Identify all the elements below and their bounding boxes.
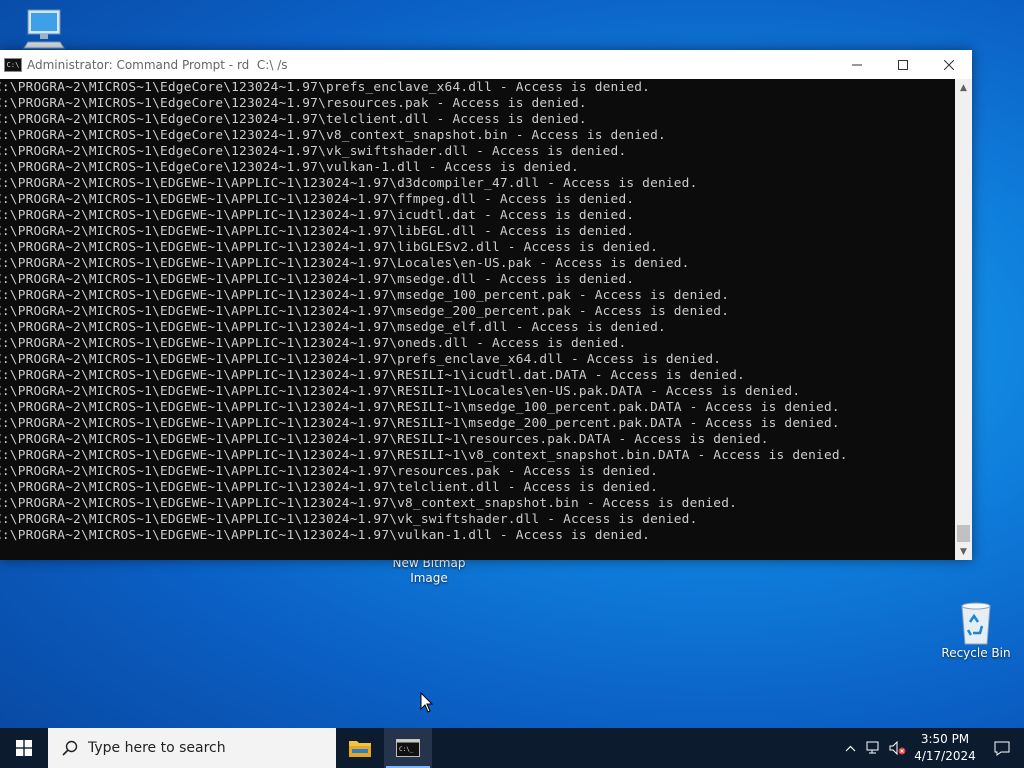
svg-text:C:\_: C:\_ xyxy=(399,746,414,753)
maximize-icon xyxy=(898,59,908,70)
console-line: C:\PROGRA~2\MICROS~1\EdgeCore\123024~1.9… xyxy=(0,128,666,143)
search-placeholder: Type here to search xyxy=(88,740,226,756)
console-output[interactable]: C:\PROGRA~2\MICROS~1\EdgeCore\123024~1.9… xyxy=(0,79,955,560)
computer-icon xyxy=(23,9,65,49)
window-title: Administrator: Command Prompt - rd C:\ /… xyxy=(27,57,288,72)
window-titlebar[interactable]: C:\ Administrator: Command Prompt - rd C… xyxy=(0,50,972,79)
console-line: C:\PROGRA~2\MICROS~1\EDGEWE~1\APPLIC~1\1… xyxy=(0,448,848,463)
system-tray: 3:50 PM 4/17/2024 xyxy=(838,728,1024,768)
console-line: C:\PROGRA~2\MICROS~1\EDGEWE~1\APPLIC~1\1… xyxy=(0,384,801,399)
console-line: C:\PROGRA~2\MICROS~1\EdgeCore\123024~1.9… xyxy=(0,112,587,127)
clock-time: 3:50 PM xyxy=(920,732,970,746)
maximize-button[interactable] xyxy=(880,50,926,79)
console-line: C:\PROGRA~2\MICROS~1\EDGEWE~1\APPLIC~1\1… xyxy=(0,480,658,495)
console-line: C:\PROGRA~2\MICROS~1\EDGEWE~1\APPLIC~1\1… xyxy=(0,432,769,447)
console-line: C:\PROGRA~2\MICROS~1\EDGEWE~1\APPLIC~1\1… xyxy=(0,240,658,255)
mouse-cursor-icon xyxy=(420,692,434,713)
taskbar-app-file-explorer[interactable] xyxy=(336,728,384,768)
desktop-icon-label: New Bitmap Image xyxy=(392,556,466,585)
console-line: C:\PROGRA~2\MICROS~1\EDGEWE~1\APPLIC~1\1… xyxy=(0,464,658,479)
close-icon xyxy=(944,59,954,70)
desktop-icon-new-bitmap-image[interactable]: New Bitmap Image xyxy=(388,556,470,586)
console-line: C:\PROGRA~2\MICROS~1\EDGEWE~1\APPLIC~1\1… xyxy=(0,224,635,239)
taskbar-search-box[interactable]: Type here to search xyxy=(48,728,336,768)
clock-date: 4/17/2024 xyxy=(914,749,976,763)
desktop-icon-this-pc[interactable] xyxy=(14,8,74,54)
minimize-button[interactable] xyxy=(834,50,880,79)
notification-icon xyxy=(994,741,1010,756)
scroll-up-arrow-icon[interactable]: ▲ xyxy=(955,79,972,96)
console-line: C:\PROGRA~2\MICROS~1\EDGEWE~1\APPLIC~1\1… xyxy=(0,416,840,431)
folder-icon xyxy=(349,741,371,757)
minimize-icon xyxy=(852,64,862,65)
network-icon[interactable] xyxy=(862,741,886,755)
console-line: C:\PROGRA~2\MICROS~1\EdgeCore\123024~1.9… xyxy=(0,80,651,95)
scrollbar-thumb[interactable] xyxy=(957,525,970,542)
console-line: C:\PROGRA~2\MICROS~1\EDGEWE~1\APPLIC~1\1… xyxy=(0,192,635,207)
scroll-down-arrow-icon[interactable]: ▼ xyxy=(955,543,972,560)
console-line: C:\PROGRA~2\MICROS~1\EdgeCore\123024~1.9… xyxy=(0,160,579,175)
desktop-icon-label: Recycle Bin xyxy=(941,646,1011,660)
taskbar-app-command-prompt[interactable]: C:\_ xyxy=(384,728,432,768)
console-line: C:\PROGRA~2\MICROS~1\EDGEWE~1\APPLIC~1\1… xyxy=(0,400,840,415)
console-line: C:\PROGRA~2\MICROS~1\EDGEWE~1\APPLIC~1\1… xyxy=(0,368,745,383)
console-line: C:\PROGRA~2\MICROS~1\EDGEWE~1\APPLIC~1\1… xyxy=(0,352,722,367)
windows-logo-icon xyxy=(16,740,32,756)
start-button[interactable] xyxy=(0,728,48,768)
console-line: C:\PROGRA~2\MICROS~1\EDGEWE~1\APPLIC~1\1… xyxy=(0,208,635,223)
cmd-icon: C:\_ xyxy=(396,739,420,757)
vertical-scrollbar[interactable]: ▲ ▼ xyxy=(955,79,972,560)
console-line: C:\PROGRA~2\MICROS~1\EDGEWE~1\APPLIC~1\1… xyxy=(0,528,651,543)
console-line: C:\PROGRA~2\MICROS~1\EDGEWE~1\APPLIC~1\1… xyxy=(0,304,730,319)
search-icon xyxy=(62,740,78,756)
console-line: C:\PROGRA~2\MICROS~1\EDGEWE~1\APPLIC~1\1… xyxy=(0,272,635,287)
console-line: C:\PROGRA~2\MICROS~1\EDGEWE~1\APPLIC~1\1… xyxy=(0,256,690,271)
console-text: C:\PROGRA~2\MICROS~1\EdgeCore\123024~1.9… xyxy=(0,79,949,544)
desktop-icon-recycle-bin[interactable]: Recycle Bin xyxy=(940,600,1012,661)
taskbar-clock[interactable]: 3:50 PM 4/17/2024 xyxy=(910,731,980,765)
console-line: C:\PROGRA~2\MICROS~1\EDGEWE~1\APPLIC~1\1… xyxy=(0,320,666,335)
recycle-bin-icon xyxy=(961,602,991,645)
console-line: C:\PROGRA~2\MICROS~1\EDGEWE~1\APPLIC~1\1… xyxy=(0,288,730,303)
taskbar: Type here to search C:\_ 3:50 PM 4/17/20… xyxy=(0,728,1024,768)
chevron-up-icon[interactable] xyxy=(838,745,862,752)
console-line: C:\PROGRA~2\MICROS~1\EDGEWE~1\APPLIC~1\1… xyxy=(0,336,627,351)
console-line: C:\PROGRA~2\MICROS~1\EDGEWE~1\APPLIC~1\1… xyxy=(0,176,698,191)
close-button[interactable] xyxy=(926,50,972,79)
cmd-icon: C:\ xyxy=(4,57,22,72)
notification-center-button[interactable] xyxy=(980,741,1024,756)
console-line: C:\PROGRA~2\MICROS~1\EDGEWE~1\APPLIC~1\1… xyxy=(0,512,698,527)
console-line: C:\PROGRA~2\MICROS~1\EdgeCore\123024~1.9… xyxy=(0,144,627,159)
console-line: C:\PROGRA~2\MICROS~1\EdgeCore\123024~1.9… xyxy=(0,96,587,111)
console-line: C:\PROGRA~2\MICROS~1\EDGEWE~1\APPLIC~1\1… xyxy=(0,496,738,511)
command-prompt-window: C:\ Administrator: Command Prompt - rd C… xyxy=(0,50,972,560)
volume-muted-icon[interactable] xyxy=(886,741,910,755)
